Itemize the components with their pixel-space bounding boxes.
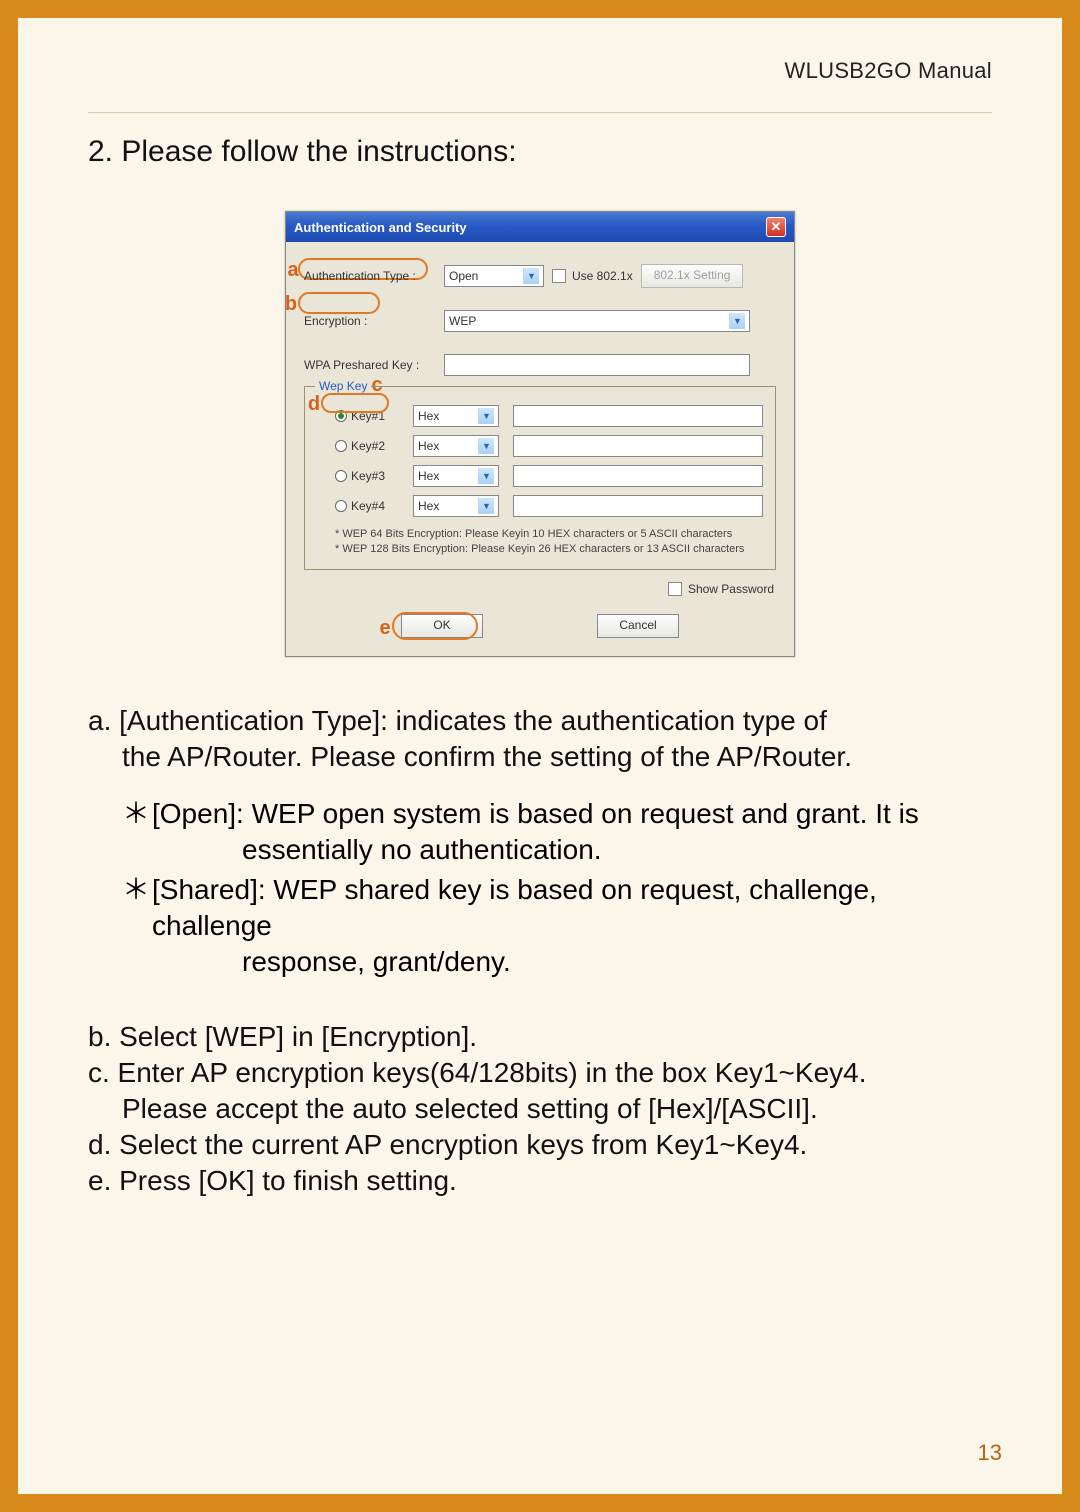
marker-b: b <box>282 293 300 316</box>
wpa-psk-input[interactable] <box>444 354 750 376</box>
use-8021x-label: Use 802.1x <box>572 269 633 283</box>
chevron-down-icon: ▼ <box>478 468 494 484</box>
key1-format-combo[interactable]: Hex ▼ <box>413 405 499 427</box>
8021x-setting-button: 802.1x Setting <box>641 264 744 288</box>
star-icon: ＊ <box>122 796 152 832</box>
wep-key-fieldset: Wep Key d Key#1 Hex ▼ <box>304 386 776 570</box>
show-password-checkbox[interactable]: Show Password <box>668 582 774 596</box>
key4-row: Key#4 Hex ▼ <box>317 495 763 517</box>
chevron-down-icon: ▼ <box>523 268 539 284</box>
auth-type-label: Authentication Type : <box>304 269 436 283</box>
marker-a: a <box>284 259 302 282</box>
ok-button[interactable]: OK <box>401 614 483 638</box>
key1-row: Key#1 Hex ▼ <box>317 405 763 427</box>
key4-input[interactable] <box>513 495 763 517</box>
key3-radio[interactable]: Key#3 <box>335 469 399 483</box>
note-open: ＊ [Open]: WEP open system is based on re… <box>122 796 992 868</box>
key3-label: Key#3 <box>351 469 385 483</box>
manual-title: WLUSB2GO Manual <box>88 58 992 84</box>
wpa-psk-label: WPA Preshared Key : <box>304 358 436 372</box>
wep-key-legend: Wep Key <box>315 379 371 393</box>
key3-format-combo[interactable]: Hex ▼ <box>413 465 499 487</box>
star-icon: ＊ <box>122 872 152 944</box>
key3-row: Key#3 Hex ▼ <box>317 465 763 487</box>
wpa-psk-row: WPA Preshared Key : <box>304 354 776 376</box>
key3-input[interactable] <box>513 465 763 487</box>
key1-input[interactable] <box>513 405 763 427</box>
auth-type-combo[interactable]: Open ▼ <box>444 265 544 287</box>
encryption-combo[interactable]: WEP ▼ <box>444 310 750 332</box>
key2-format-combo[interactable]: Hex ▼ <box>413 435 499 457</box>
encryption-label: Encryption : <box>304 314 436 328</box>
wep-hint: * WEP 64 Bits Encryption: Please Keyin 1… <box>317 527 763 557</box>
show-password-label: Show Password <box>688 582 774 596</box>
chevron-down-icon: ▼ <box>478 498 494 514</box>
marker-d: d <box>305 393 323 416</box>
key4-label: Key#4 <box>351 499 385 513</box>
cancel-button[interactable]: Cancel <box>597 614 679 638</box>
key2-input[interactable] <box>513 435 763 457</box>
notes-bcde: b. Select [WEP] in [Encryption]. c. Ente… <box>88 1019 992 1198</box>
key2-row: Key#2 Hex ▼ <box>317 435 763 457</box>
dialog-title: Authentication and Security <box>294 220 467 235</box>
note-shared: ＊ [Shared]: WEP shared key is based on r… <box>122 872 992 979</box>
chevron-down-icon: ▼ <box>729 313 745 329</box>
chevron-down-icon: ▼ <box>478 408 494 424</box>
auth-security-dialog: Authentication and Security ✕ a Authenti… <box>285 211 795 657</box>
close-icon[interactable]: ✕ <box>766 217 786 237</box>
dialog-titlebar: Authentication and Security ✕ <box>286 212 794 242</box>
encryption-value: WEP <box>449 314 476 328</box>
section-title: 2. Please follow the instructions: <box>88 135 992 169</box>
marker-e: e <box>376 617 394 640</box>
auth-type-row: Authentication Type : Open ▼ Use 802.1x … <box>304 264 776 288</box>
page-number: 13 <box>978 1440 1002 1466</box>
note-a: a. [Authentication Type]: indicates the … <box>88 703 992 775</box>
use-8021x-checkbox[interactable]: Use 802.1x <box>552 269 633 283</box>
key1-radio[interactable]: Key#1 <box>335 409 399 423</box>
auth-type-value: Open <box>449 269 478 283</box>
key2-label: Key#2 <box>351 439 385 453</box>
key2-radio[interactable]: Key#2 <box>335 439 399 453</box>
key4-radio[interactable]: Key#4 <box>335 499 399 513</box>
encryption-row: Encryption : WEP ▼ <box>304 310 776 332</box>
chevron-down-icon: ▼ <box>478 438 494 454</box>
key1-label: Key#1 <box>351 409 385 423</box>
key4-format-combo[interactable]: Hex ▼ <box>413 495 499 517</box>
header-rule <box>88 112 992 113</box>
